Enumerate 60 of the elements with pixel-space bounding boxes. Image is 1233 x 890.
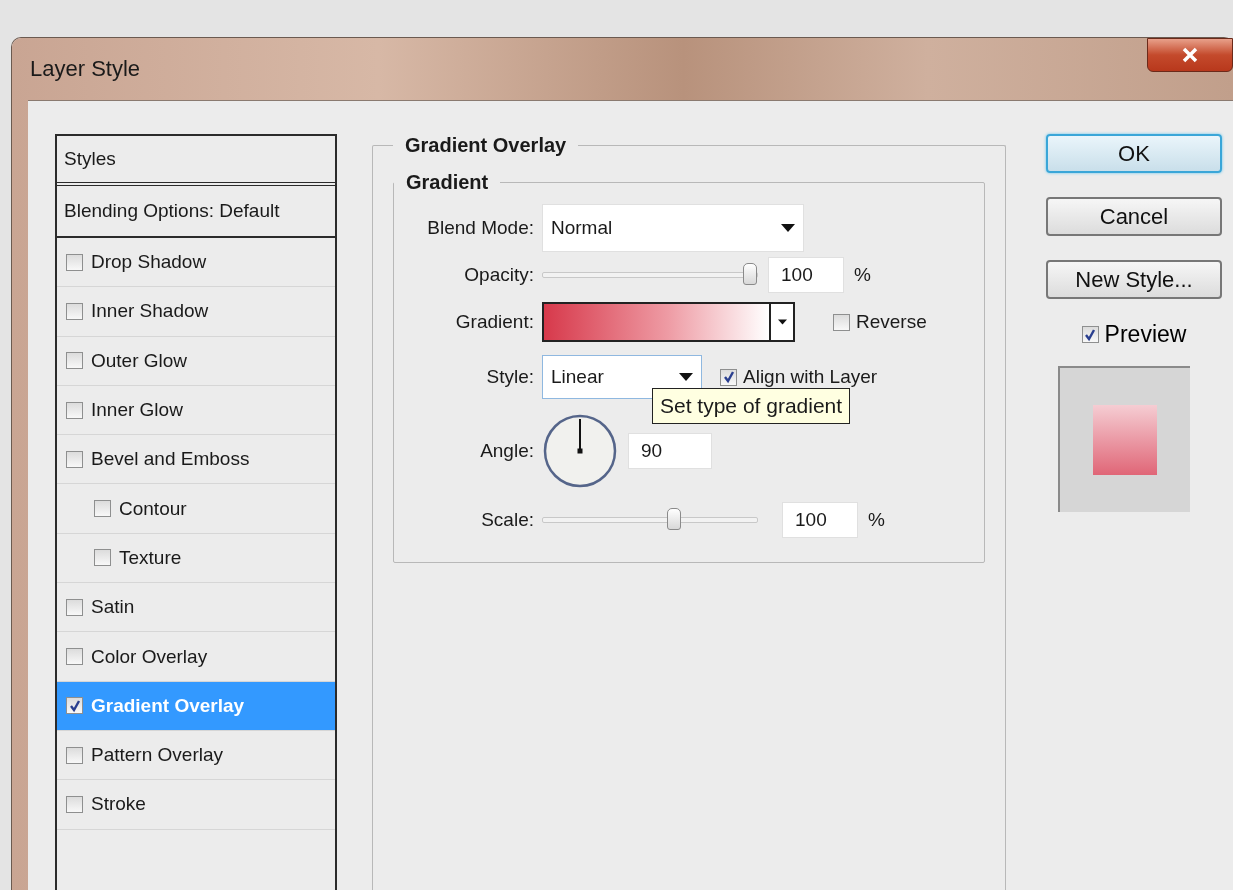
checkbox[interactable] (66, 746, 83, 764)
field-label: Style: (485, 365, 535, 389)
close-icon (1181, 47, 1199, 63)
preview-swatch (1093, 405, 1157, 475)
style-list-item[interactable]: Satin (57, 583, 335, 633)
checkbox[interactable] (66, 697, 83, 715)
dialog-button[interactable]: New Style... (1046, 260, 1222, 299)
checkbox[interactable] (720, 368, 737, 386)
tooltip: Set type of gradient (652, 388, 851, 424)
checkbox[interactable] (66, 795, 83, 813)
field-label: Blend Mode: (426, 216, 535, 240)
unit-label: % (854, 264, 871, 286)
checkbox[interactable] (94, 549, 111, 567)
style-list-item[interactable]: Inner Glow (57, 385, 335, 436)
checkbox[interactable] (66, 648, 83, 665)
opacity-field[interactable]: 100 (768, 257, 844, 293)
checkbox[interactable] (66, 598, 83, 616)
checkbox[interactable] (66, 352, 83, 370)
style-dropdown[interactable]: Linear (542, 355, 702, 399)
angle-field[interactable]: 90 (628, 433, 712, 469)
style-list-item[interactable]: Drop Shadow (57, 238, 335, 288)
checkbox[interactable] (66, 302, 83, 320)
style-list-item[interactable]: Contour (57, 484, 335, 534)
field-label: Scale: (480, 508, 535, 532)
section-title: Gradient Overlay (404, 134, 568, 157)
checkbox-label: Align with Layer (743, 366, 878, 388)
field-label: Opacity: (463, 263, 535, 287)
blending-options-item[interactable]: Blending Options: Default (57, 186, 335, 238)
group-title: Gradient (405, 171, 490, 194)
style-list-item[interactable]: Inner Shadow (57, 287, 335, 337)
checkbox[interactable] (1081, 326, 1099, 343)
gradient-picker[interactable] (542, 302, 795, 342)
dialog-button[interactable]: OK (1046, 134, 1222, 173)
styles-header[interactable]: Styles (57, 136, 335, 186)
dialog-button[interactable]: Cancel (1046, 197, 1222, 236)
style-list-item[interactable]: Stroke (57, 780, 335, 830)
caret-icon (679, 373, 693, 381)
blend-mode-dropdown[interactable]: Normal (542, 204, 804, 252)
caret-icon (777, 319, 787, 325)
checkbox[interactable] (94, 500, 111, 518)
style-list-item[interactable]: Texture (57, 533, 335, 584)
field-label: Angle: (479, 439, 535, 463)
checkbox[interactable] (833, 313, 850, 331)
checkbox[interactable] (66, 253, 83, 271)
style-list-item[interactable]: Color Overlay (57, 632, 335, 682)
style-list-item[interactable]: Outer Glow (57, 336, 335, 386)
close-button[interactable] (1147, 38, 1233, 72)
checkbox[interactable] (66, 401, 83, 419)
checkbox-label: Preview (1104, 321, 1187, 348)
field-label: Gradient: (454, 310, 535, 334)
slider-thumb[interactable] (743, 263, 757, 285)
style-list-item[interactable]: Bevel and Emboss (57, 435, 335, 485)
scale-field[interactable]: 100 (782, 502, 858, 538)
window-title: Layer Style (30, 56, 141, 82)
unit-label: % (868, 509, 885, 531)
caret-icon (781, 224, 795, 232)
slider-thumb[interactable] (667, 508, 681, 530)
style-list-item[interactable]: Pattern Overlay (57, 730, 335, 781)
checkbox-label: Reverse (856, 311, 927, 333)
checkbox[interactable] (66, 450, 83, 468)
